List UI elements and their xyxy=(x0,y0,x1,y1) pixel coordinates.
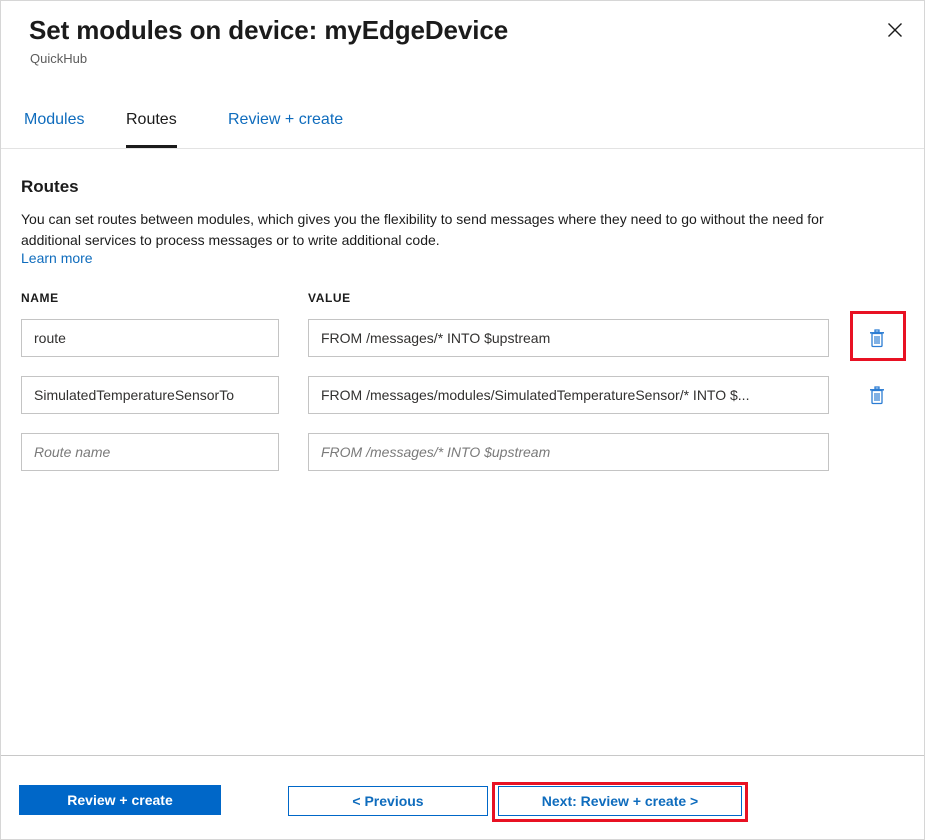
page-subtitle: QuickHub xyxy=(30,51,87,66)
dialog-header: Set modules on device: myEdgeDevice Quic… xyxy=(1,1,924,101)
tab-modules[interactable]: Modules xyxy=(24,107,84,148)
tab-strip: Modules Routes Review + create xyxy=(1,107,924,149)
trash-icon xyxy=(868,385,886,405)
route-name-input[interactable] xyxy=(21,433,279,471)
close-button[interactable] xyxy=(878,13,912,47)
table-row xyxy=(1,319,924,357)
tab-routes-label: Routes xyxy=(126,111,177,129)
delete-route-button[interactable] xyxy=(861,319,893,357)
dialog-footer: Review + create < Previous Next: Review … xyxy=(1,757,924,840)
table-row xyxy=(1,433,924,471)
close-icon xyxy=(887,22,903,38)
route-value-input[interactable] xyxy=(308,433,829,471)
route-name-input[interactable] xyxy=(21,319,279,357)
previous-button[interactable]: < Previous xyxy=(288,786,488,816)
route-name-input[interactable] xyxy=(21,376,279,414)
tab-review-create-label: Review + create xyxy=(228,111,343,129)
section-description: You can set routes between modules, whic… xyxy=(21,209,887,251)
delete-route-button[interactable] xyxy=(861,376,893,414)
set-modules-dialog: Set modules on device: myEdgeDevice Quic… xyxy=(0,0,925,840)
tab-review-create[interactable]: Review + create xyxy=(228,107,343,148)
section-title: Routes xyxy=(21,177,79,197)
learn-more-link[interactable]: Learn more xyxy=(21,250,93,266)
tab-modules-label: Modules xyxy=(24,111,84,129)
next-review-create-button[interactable]: Next: Review + create > xyxy=(498,786,742,816)
table-row xyxy=(1,376,924,414)
route-value-input[interactable] xyxy=(308,319,829,357)
tab-routes[interactable]: Routes xyxy=(126,107,177,148)
column-header-name: NAME xyxy=(21,291,59,305)
review-create-button[interactable]: Review + create xyxy=(19,785,221,815)
trash-icon xyxy=(868,328,886,348)
page-title: Set modules on device: myEdgeDevice xyxy=(29,15,508,46)
column-header-value: VALUE xyxy=(308,291,351,305)
route-value-input[interactable] xyxy=(308,376,829,414)
routes-panel: Routes You can set routes between module… xyxy=(1,149,924,756)
